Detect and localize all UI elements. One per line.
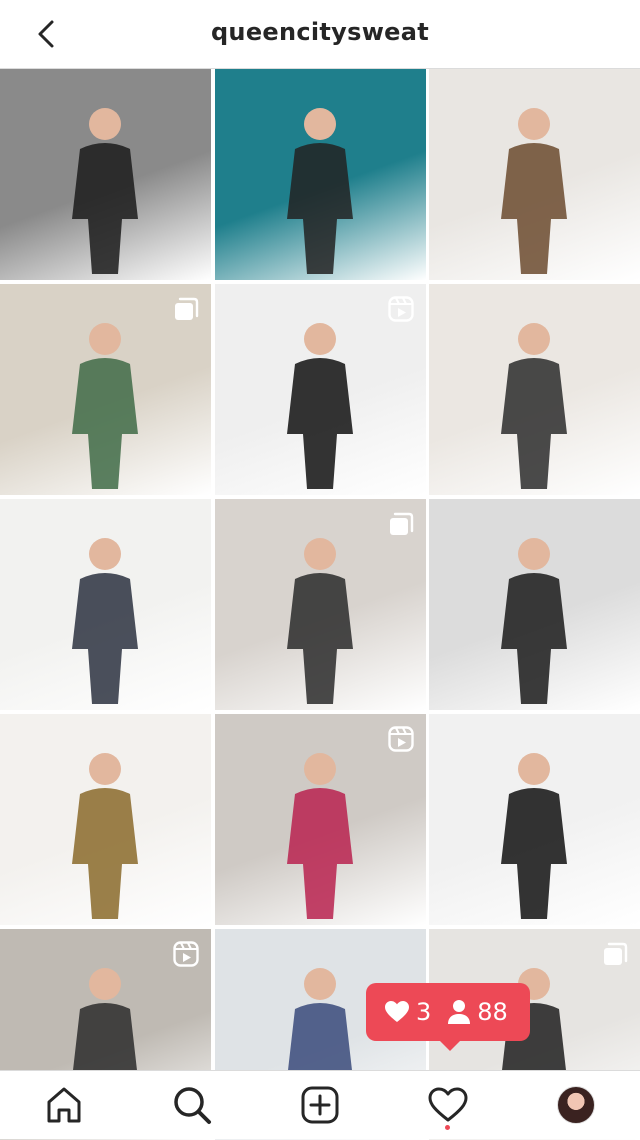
home-icon (47, 1087, 81, 1123)
followers-count: 88 (477, 998, 508, 1026)
person-icon (448, 1000, 471, 1024)
post-thumbnail-image (429, 69, 640, 280)
likes-indicator: 3 (384, 998, 431, 1026)
activity-badge-dot (445, 1125, 450, 1130)
reel-icon (387, 726, 414, 752)
post-thumbnail-image (0, 499, 211, 710)
reel-icon (173, 941, 199, 967)
activity-notification-bubble[interactable]: 3 88 (366, 983, 530, 1051)
post-thumbnail-image (214, 69, 426, 280)
carousel-icon (175, 297, 199, 320)
post-thumbnail-image (0, 69, 211, 280)
reel-icon (387, 296, 414, 322)
bottom-tab-bar (0, 1070, 640, 1139)
grid-post-tile[interactable] (429, 284, 640, 495)
grid-post-tile[interactable] (429, 714, 640, 925)
grid-post-tile[interactable] (0, 499, 211, 710)
tab-home[interactable] (42, 1083, 86, 1127)
tab-profile[interactable] (554, 1083, 598, 1127)
followers-indicator: 88 (447, 998, 508, 1026)
grid-post-tile[interactable] (214, 69, 426, 280)
tab-activity[interactable] (426, 1083, 470, 1127)
grid-post-tile[interactable] (214, 714, 426, 925)
grid-post-tile[interactable] (429, 499, 640, 710)
post-thumbnail-image (429, 499, 640, 710)
new-post-icon (301, 1086, 339, 1124)
tab-new-post[interactable] (298, 1083, 342, 1127)
grid-post-tile[interactable] (0, 284, 211, 495)
grid-post-tile[interactable] (0, 714, 211, 925)
profile-avatar (557, 1086, 595, 1124)
tab-search[interactable] (170, 1083, 214, 1127)
activity-heart-icon (428, 1087, 468, 1122)
carousel-icon (389, 512, 413, 535)
grid-post-tile[interactable] (0, 69, 211, 280)
carousel-icon (604, 942, 628, 965)
post-thumbnail-image (0, 714, 211, 925)
post-thumbnail-image (429, 714, 640, 925)
grid-post-tile[interactable] (429, 69, 640, 280)
post-thumbnail-image (429, 284, 640, 495)
grid-post-tile[interactable] (214, 499, 426, 710)
search-icon (174, 1087, 211, 1124)
profile-post-grid (0, 69, 640, 1140)
profile-username-title: queencitysweat (210, 18, 430, 46)
heart-filled-icon (385, 1001, 409, 1022)
likes-count: 3 (416, 998, 432, 1026)
grid-post-tile[interactable] (214, 284, 426, 495)
top-header: queencitysweat (0, 0, 640, 69)
